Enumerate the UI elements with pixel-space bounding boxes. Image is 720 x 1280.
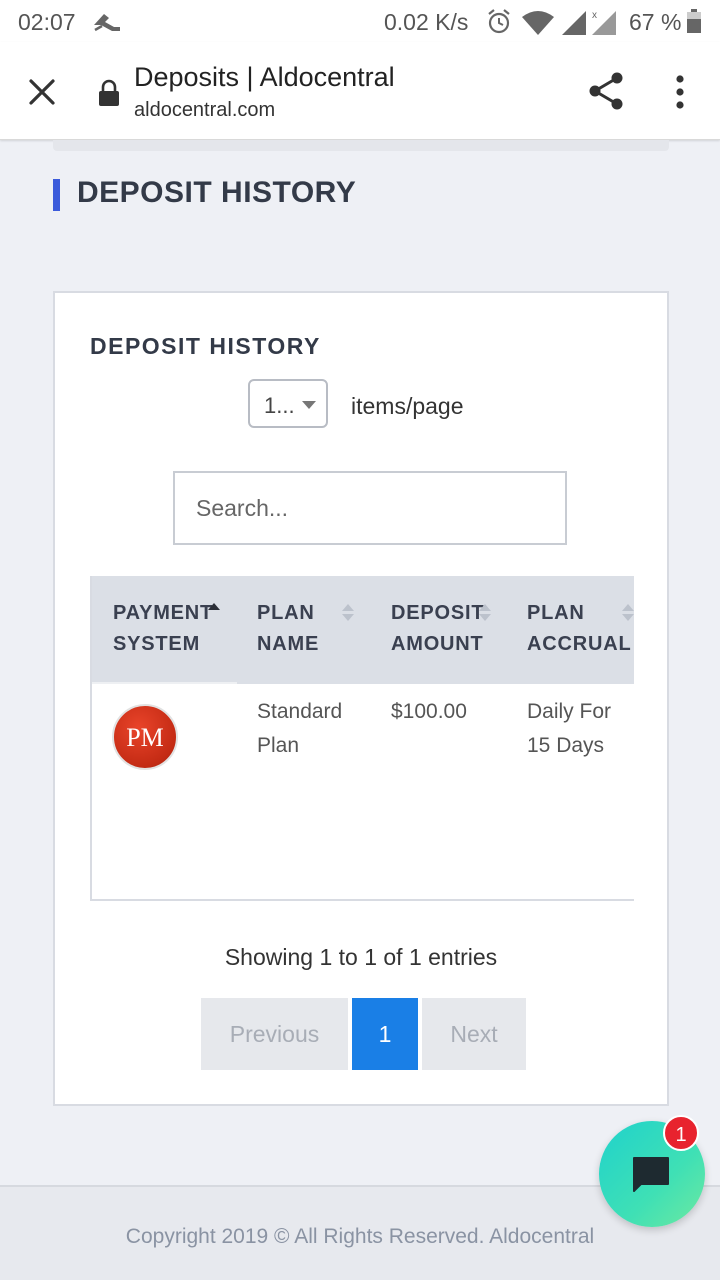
page-title: Deposits | Aldocentral — [134, 62, 395, 92]
card-title: DEPOSIT HISTORY — [90, 333, 321, 359]
runner-icon — [94, 14, 120, 32]
page-heading-text: DEPOSIT HISTORY — [77, 176, 357, 209]
previous-button[interactable]: Previous — [201, 998, 348, 1070]
items-per-page-select[interactable]: 1... — [248, 379, 328, 428]
heading-accent-bar — [53, 179, 60, 211]
system-icons: x — [488, 9, 616, 35]
cell-deposit-amount: $100.00 — [391, 700, 467, 723]
chat-widget-button[interactable]: 1 — [599, 1115, 705, 1227]
lock-icon — [99, 79, 119, 106]
page-1-button[interactable]: 1 — [352, 998, 418, 1070]
page-url[interactable]: aldocentral.com — [134, 99, 275, 122]
alarm-icon — [488, 9, 510, 34]
perfect-money-logo: PM — [112, 704, 178, 770]
sort-asc-icon[interactable] — [208, 603, 220, 621]
sort-icon[interactable] — [622, 604, 634, 622]
browser-toolbar: Deposits | Aldocentral aldocentral.com — [0, 42, 720, 140]
next-button[interactable]: Next — [422, 998, 526, 1070]
deposit-table: PAYMENT SYSTEM PLAN NAME DEPOSIT AMOUNT … — [90, 576, 634, 901]
more-vert-icon[interactable] — [666, 74, 694, 110]
chat-bubble-icon — [633, 1157, 669, 1192]
close-icon[interactable] — [22, 72, 62, 112]
wifi-icon — [522, 11, 554, 35]
items-per-page-label: items/page — [351, 393, 464, 419]
battery-percent: 67 % — [629, 9, 682, 35]
share-icon[interactable] — [586, 70, 626, 112]
sort-icon[interactable] — [342, 604, 354, 622]
table-header: PAYMENT SYSTEM PLAN NAME DEPOSIT AMOUNT … — [92, 576, 634, 684]
svg-text:x: x — [592, 10, 597, 21]
header-plan-accrual[interactable]: PLAN ACCRUAL — [527, 598, 631, 660]
sort-icon[interactable] — [479, 604, 491, 622]
table-info: Showing 1 to 1 of 1 entries — [224, 944, 498, 970]
header-deposit-amount[interactable]: DEPOSIT AMOUNT — [391, 598, 484, 660]
signal-icon — [562, 11, 586, 35]
status-time: 02:07 — [18, 9, 76, 35]
chevron-down-icon — [302, 401, 316, 409]
top-panel-edge — [53, 140, 669, 151]
cell-plan-name: Standard Plan — [257, 700, 343, 757]
header-payment-system[interactable]: PAYMENT SYSTEM — [113, 598, 213, 660]
net-speed: 0.02 K/s — [384, 9, 469, 35]
header-plan-name[interactable]: PLAN NAME — [257, 598, 319, 660]
status-bar: 02:07 0.02 K/s x 67 % — [0, 0, 720, 42]
items-per-page-value: 1... — [264, 393, 295, 418]
chat-notification-badge: 1 — [663, 1115, 699, 1151]
search-input[interactable] — [173, 471, 567, 545]
deposit-history-card: DEPOSIT HISTORY 1... items/page PAYMENT … — [53, 291, 669, 1106]
copyright-text: Copyright 2019 © All Rights Reserved. Al… — [125, 1225, 595, 1248]
cell-plan-accrual: Daily For 15 Days — [527, 700, 612, 757]
battery-icon — [687, 9, 701, 33]
